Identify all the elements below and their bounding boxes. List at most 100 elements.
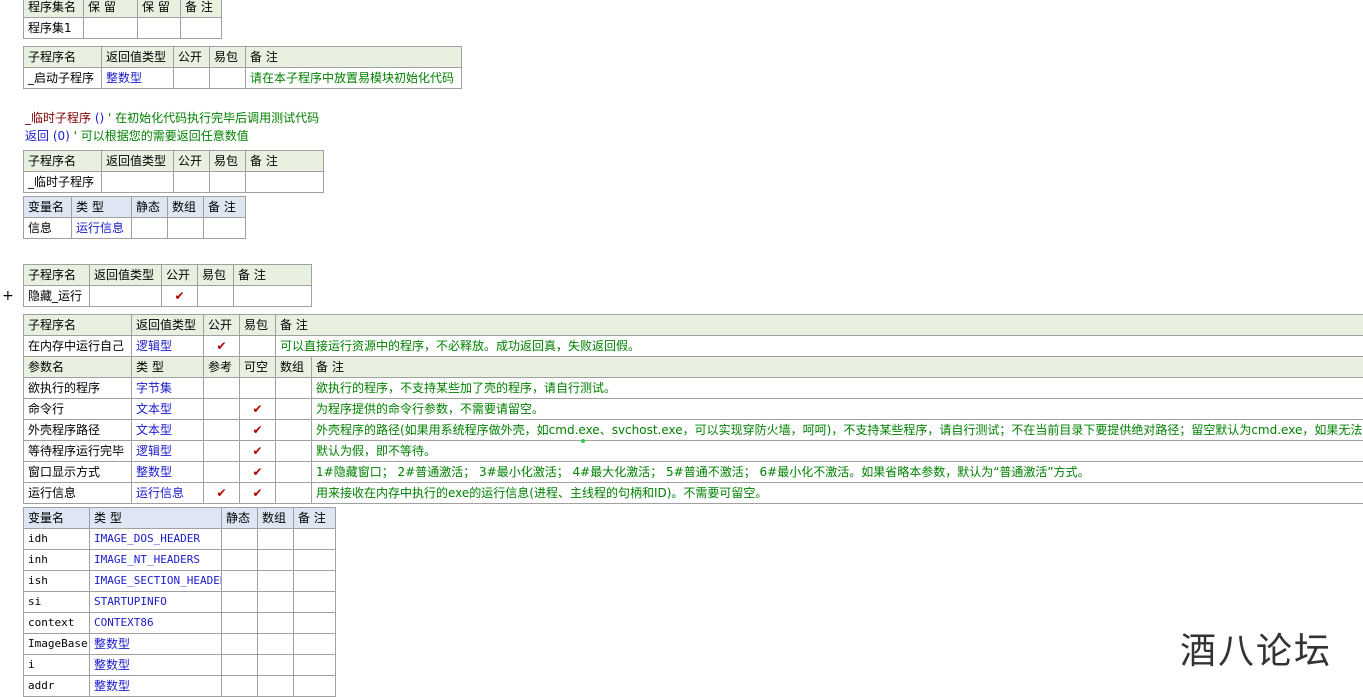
param-note[interactable]: 1#隐藏窗口； 2#普通激活； 3#最小化激活； 4#最大化激活； 5#普通不激… — [312, 462, 1363, 483]
array-cell[interactable] — [258, 550, 294, 571]
static-cell[interactable] — [132, 218, 168, 239]
note-cell[interactable] — [294, 676, 336, 697]
note-cell[interactable] — [294, 571, 336, 592]
var-name[interactable]: si — [24, 592, 90, 613]
static-cell[interactable] — [222, 592, 258, 613]
var-type[interactable]: 整数型 — [90, 655, 222, 676]
var-name[interactable]: idh — [24, 529, 90, 550]
var-row[interactable]: addr 整数型 — [24, 676, 336, 697]
var-row[interactable]: inh IMAGE_NT_HEADERS — [24, 550, 336, 571]
return-type-cell[interactable] — [90, 286, 162, 307]
note-cell[interactable] — [181, 18, 222, 39]
var-type[interactable]: IMAGE_SECTION_HEADER — [90, 571, 222, 592]
param-ref[interactable] — [204, 399, 240, 420]
note-cell[interactable] — [294, 655, 336, 676]
param-row[interactable]: 运行信息 运行信息 ✔ ✔ 用来接收在内存中执行的exe的运行信息(进程、主线程… — [24, 483, 1363, 504]
static-cell[interactable] — [222, 676, 258, 697]
param-array[interactable] — [276, 462, 312, 483]
param-nullable[interactable]: ✔ — [240, 462, 276, 483]
array-cell[interactable] — [258, 571, 294, 592]
static-cell[interactable] — [222, 613, 258, 634]
param-type[interactable]: 逻辑型 — [132, 441, 204, 462]
static-cell[interactable] — [222, 634, 258, 655]
var-row[interactable]: i 整数型 — [24, 655, 336, 676]
note-cell[interactable] — [234, 286, 312, 307]
note-cell[interactable] — [294, 613, 336, 634]
param-ref[interactable]: ✔ — [204, 483, 240, 504]
array-cell[interactable] — [258, 529, 294, 550]
param-name[interactable]: 窗口显示方式 — [24, 462, 132, 483]
assembly-name-cell[interactable]: 程序集1 — [24, 18, 84, 39]
param-array[interactable] — [276, 378, 312, 399]
static-cell[interactable] — [222, 655, 258, 676]
param-note[interactable]: 为程序提供的命令行参数，不需要请留空。 — [312, 399, 1363, 420]
static-cell[interactable] — [222, 550, 258, 571]
param-name[interactable]: 外壳程序路径 — [24, 420, 132, 441]
param-name[interactable]: 欲执行的程序 — [24, 378, 132, 399]
param-type[interactable]: 运行信息 — [132, 483, 204, 504]
var-type[interactable]: STARTUPINFO — [90, 592, 222, 613]
note-cell[interactable] — [294, 592, 336, 613]
code-line-return[interactable]: 返回 (0) ' 可以根据您的需要返回任意数值 — [25, 127, 249, 144]
array-cell[interactable] — [168, 218, 204, 239]
param-type[interactable]: 字节集 — [132, 378, 204, 399]
easy-pack-cell[interactable] — [240, 336, 276, 357]
param-array[interactable] — [276, 483, 312, 504]
param-nullable[interactable]: ✔ — [240, 441, 276, 462]
param-array[interactable] — [276, 441, 312, 462]
var-type-cell[interactable]: 运行信息 — [72, 218, 132, 239]
var-name[interactable]: inh — [24, 550, 90, 571]
sub-name-cell[interactable]: _启动子程序 — [24, 68, 102, 89]
easy-pack-cell[interactable] — [210, 68, 246, 89]
return-type-cell[interactable]: 整数型 — [102, 68, 174, 89]
array-cell[interactable] — [258, 655, 294, 676]
var-name[interactable]: context — [24, 613, 90, 634]
var-type[interactable]: 整数型 — [90, 676, 222, 697]
param-row[interactable]: 窗口显示方式 整数型 ✔ 1#隐藏窗口； 2#普通激活； 3#最小化激活； 4#… — [24, 462, 1363, 483]
param-row[interactable]: 欲执行的程序 字节集 欲执行的程序，不支持某些加了壳的程序，请自行测试。 — [24, 378, 1363, 399]
note-cell[interactable]: 请在本子程序中放置易模块初始化代码 — [246, 68, 462, 89]
note-cell[interactable] — [294, 529, 336, 550]
var-row[interactable]: context CONTEXT86 — [24, 613, 336, 634]
var-type[interactable]: 整数型 — [90, 634, 222, 655]
param-note[interactable]: 外壳程序的路径(如果用系统程序做外壳，如cmd.exe、svchost.exe，… — [312, 420, 1363, 441]
param-nullable[interactable]: ✔ — [240, 399, 276, 420]
array-cell[interactable] — [258, 613, 294, 634]
param-row[interactable]: 等待程序运行完毕 逻辑型 ✔ 默认为假，即不等待。 — [24, 441, 1363, 462]
sub-name-cell[interactable]: _临时子程序 — [24, 172, 102, 193]
expand-plus-icon[interactable]: + — [2, 288, 14, 304]
var-name[interactable]: ish — [24, 571, 90, 592]
sub-name-cell[interactable]: 在内存中运行自己 — [24, 336, 132, 357]
var-row[interactable]: ImageBase 整数型 — [24, 634, 336, 655]
static-cell[interactable] — [222, 571, 258, 592]
var-row[interactable]: ish IMAGE_SECTION_HEADER — [24, 571, 336, 592]
param-nullable[interactable] — [240, 378, 276, 399]
return-type-cell[interactable]: 逻辑型 — [132, 336, 204, 357]
public-check-icon[interactable]: ✔ — [204, 336, 240, 357]
note-cell[interactable] — [294, 634, 336, 655]
param-name[interactable]: 命令行 — [24, 399, 132, 420]
note-cell[interactable] — [204, 218, 246, 239]
param-note[interactable]: 默认为假，即不等待。 — [312, 441, 1363, 462]
var-name[interactable]: addr — [24, 676, 90, 697]
var-type[interactable]: CONTEXT86 — [90, 613, 222, 634]
reserved-cell-1[interactable] — [84, 18, 138, 39]
var-name[interactable]: ImageBase — [24, 634, 90, 655]
sub-name-cell[interactable]: 隐藏_运行 — [24, 286, 90, 307]
easy-pack-cell[interactable] — [198, 286, 234, 307]
var-row[interactable]: idh IMAGE_DOS_HEADER — [24, 529, 336, 550]
param-ref[interactable] — [204, 378, 240, 399]
var-name-cell[interactable]: 信息 — [24, 218, 72, 239]
note-cell[interactable] — [246, 172, 324, 193]
param-nullable[interactable]: ✔ — [240, 483, 276, 504]
var-row[interactable]: si STARTUPINFO — [24, 592, 336, 613]
var-name[interactable]: i — [24, 655, 90, 676]
note-cell[interactable] — [294, 550, 336, 571]
var-type[interactable]: IMAGE_NT_HEADERS — [90, 550, 222, 571]
param-nullable[interactable]: ✔ — [240, 420, 276, 441]
param-type[interactable]: 文本型 — [132, 420, 204, 441]
note-cell[interactable]: 可以直接运行资源中的程序，不必释放。成功返回真，失败返回假。 — [276, 336, 1363, 357]
param-note[interactable]: 用来接收在内存中执行的exe的运行信息(进程、主线程的句柄和ID)。不需要可留空… — [312, 483, 1363, 504]
param-name[interactable]: 等待程序运行完毕 — [24, 441, 132, 462]
param-array[interactable] — [276, 399, 312, 420]
